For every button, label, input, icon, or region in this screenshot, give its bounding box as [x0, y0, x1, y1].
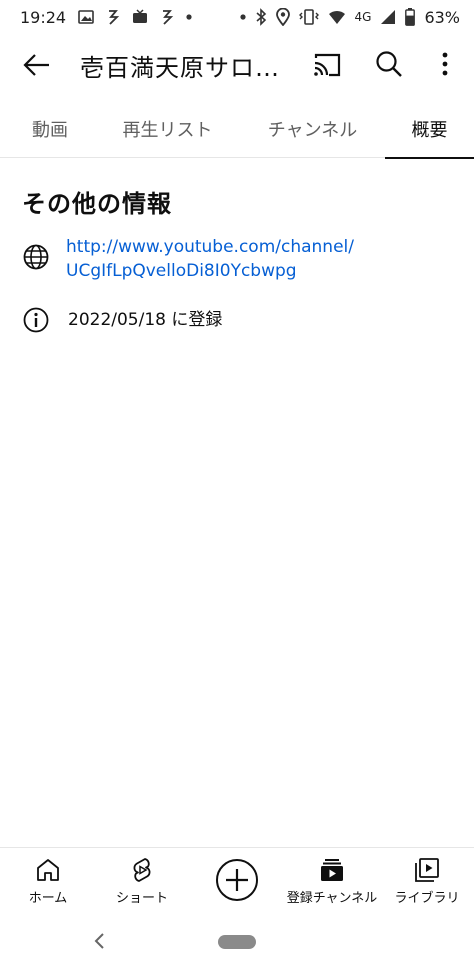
search-icon	[376, 51, 402, 77]
tab-about[interactable]: 概要	[385, 100, 474, 159]
bluetooth-icon	[255, 8, 267, 26]
add-circle-icon	[216, 859, 258, 901]
screen: 19:24 4G 63% 壱百満天原サロ… 動画 再生リスト チャンネル 概要 …	[0, 0, 474, 973]
shorts-icon	[133, 858, 151, 882]
back-button[interactable]	[22, 50, 52, 80]
vibrate-icon	[298, 8, 319, 26]
notification-icon	[106, 9, 120, 25]
system-gesture-bar	[0, 915, 474, 973]
nav-home-label: ホーム	[28, 891, 68, 906]
home-pill[interactable]	[218, 935, 256, 949]
cast-button[interactable]	[312, 50, 342, 80]
battery-icon	[405, 8, 416, 26]
tab-playlists[interactable]: 再生リスト	[110, 100, 225, 158]
nav-library-label: ライブラリ	[394, 891, 460, 906]
home-icon	[37, 859, 59, 881]
notification-icon	[160, 9, 174, 25]
nav-home[interactable]: ホーム	[18, 848, 78, 916]
tab-channels[interactable]: チャンネル	[255, 100, 370, 158]
system-back-icon[interactable]	[92, 931, 108, 951]
section-title: その他の情報	[22, 190, 172, 218]
joined-date: 2022/05/18 に登録	[68, 310, 223, 330]
more-options-button[interactable]	[430, 49, 460, 79]
globe-icon	[23, 244, 49, 270]
wifi-icon	[328, 9, 346, 25]
info-icon	[23, 307, 49, 333]
location-icon	[275, 8, 290, 26]
tab-videos[interactable]: 動画	[18, 100, 82, 158]
status-left: 19:24	[20, 8, 192, 27]
search-button[interactable]	[374, 49, 404, 79]
channel-tabs: 動画 再生リスト チャンネル 概要	[0, 100, 474, 159]
subscriptions-icon	[321, 859, 343, 881]
nav-shorts-label: ショート	[115, 891, 168, 906]
dot-icon	[239, 14, 246, 20]
bottom-nav: ホーム ショート 登録チャンネル ライブラリ	[0, 847, 474, 915]
dot-icon	[186, 14, 192, 20]
nav-subscriptions-label: 登録チャンネル	[286, 891, 378, 906]
library-icon	[415, 858, 439, 882]
network-type: 4G	[354, 10, 372, 24]
channel-link-row: http://www.youtube.com/channel/UCgIfLpQv…	[22, 235, 366, 283]
arrow-left-icon	[23, 54, 49, 76]
nav-subscriptions[interactable]: 登録チャンネル	[282, 848, 382, 916]
more-vert-icon	[442, 52, 448, 76]
signal-icon	[380, 9, 396, 25]
nav-library[interactable]: ライブラリ	[390, 848, 464, 916]
channel-title: 壱百満天原サロ…	[80, 54, 280, 82]
joined-date-row: 2022/05/18 に登録	[22, 306, 222, 334]
gallery-icon	[78, 9, 94, 25]
status-right: 4G 63%	[239, 7, 460, 27]
nav-create-button[interactable]	[212, 848, 262, 916]
channel-link[interactable]: http://www.youtube.com/channel/UCgIfLpQv…	[66, 235, 366, 283]
nav-shorts[interactable]: ショート	[108, 848, 176, 916]
tv-icon	[132, 9, 148, 25]
status-time: 19:24	[20, 7, 67, 27]
status-bar: 19:24 4G 63%	[0, 0, 474, 34]
app-bar: 壱百満天原サロ…	[0, 34, 474, 94]
battery-percent: 63%	[424, 7, 460, 27]
cast-icon	[314, 53, 341, 77]
